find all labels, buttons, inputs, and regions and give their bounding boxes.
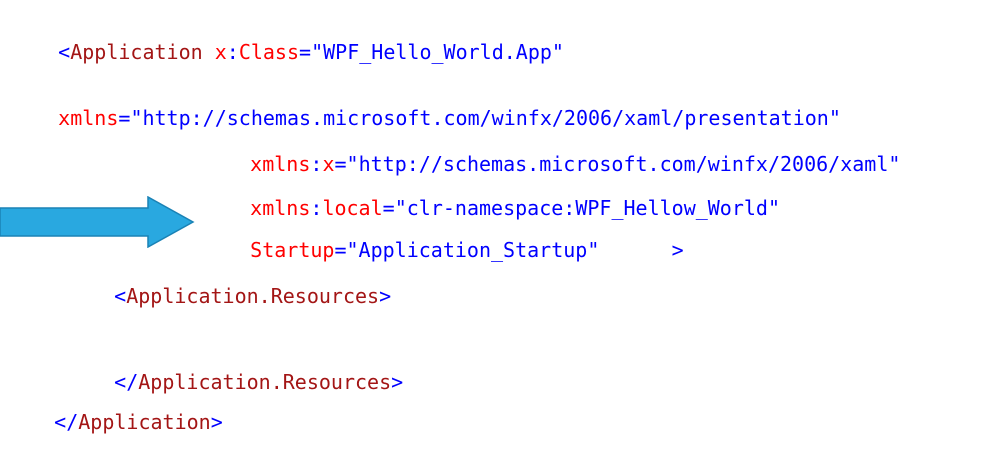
element-name: Application (78, 410, 211, 434)
open-bracket: </ (54, 410, 79, 434)
element-name: Application (70, 40, 203, 64)
open-bracket: < (58, 40, 71, 64)
code-line-8: </Application> (6, 380, 223, 434)
code-line-4: xmlns:local="clr-namespace:WPF_Hellow_Wo… (202, 166, 780, 220)
right-arrow-icon (0, 196, 195, 248)
code-line-6: <Application.Resources> (66, 254, 391, 308)
equals: = (118, 106, 131, 130)
code-line-5: Startup="Application_Startup" > (202, 208, 684, 262)
attribute-name: Class (238, 40, 300, 64)
open-bracket: < (114, 284, 127, 308)
arrow-shape (0, 196, 195, 248)
close-bracket: > (379, 284, 392, 308)
attribute-name: xmlns (58, 106, 119, 130)
close-bracket: > (671, 238, 684, 262)
code-line-3: xmlns:x="http://schemas.microsoft.com/wi… (202, 122, 900, 176)
close-bracket: > (391, 370, 404, 394)
code-line-1: <Application x:Class="WPF_Hello_World.Ap… (10, 10, 564, 64)
attribute-value: "WPF_Hello_World.App" (311, 40, 564, 64)
colon: : (226, 40, 239, 64)
attribute-prefix: x (214, 40, 227, 64)
equals: = (299, 40, 312, 64)
element-name: Application.Resources (126, 284, 380, 308)
xaml-code-block: <Application x:Class="WPF_Hello_World.Ap… (0, 0, 994, 434)
close-bracket: > (210, 410, 223, 434)
code-line-7: </Application.Resources> (66, 340, 403, 394)
code-line-2: xmlns="http://schemas.microsoft.com/winf… (10, 76, 841, 130)
